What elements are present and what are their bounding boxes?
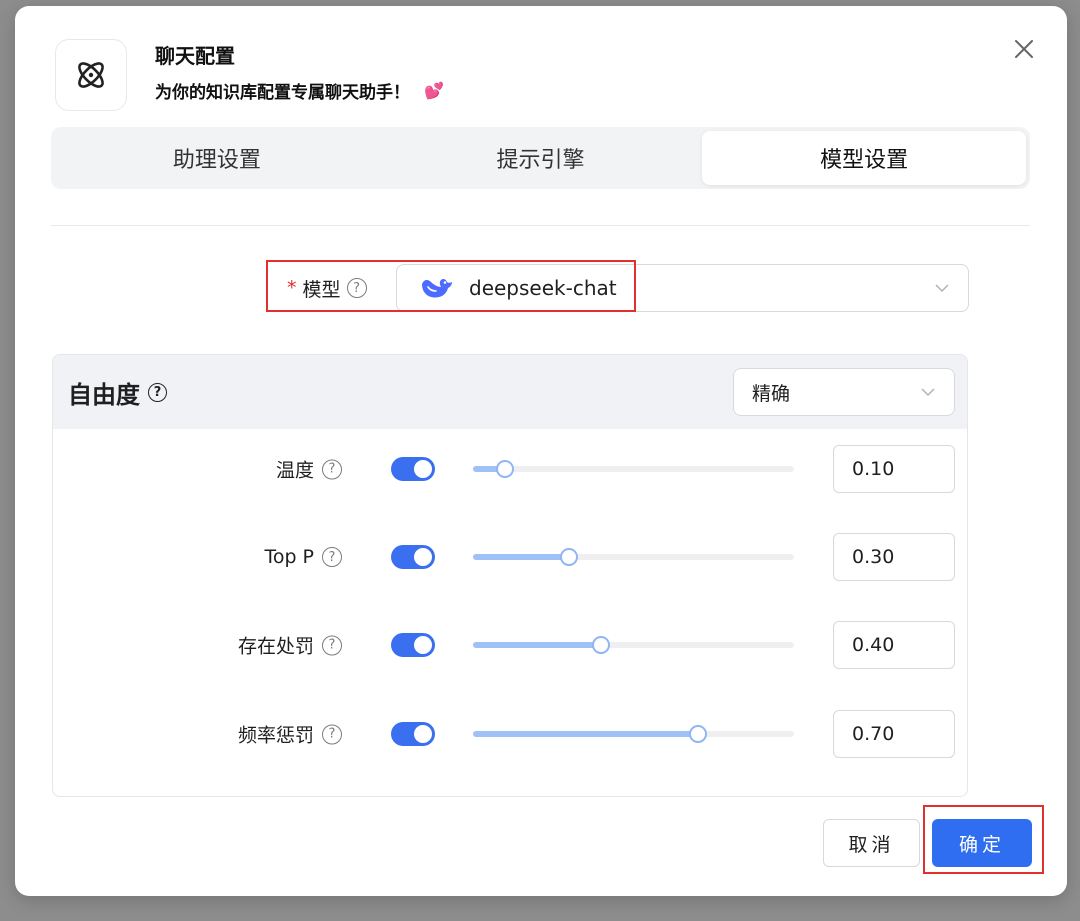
param-row-frequency-penalty: 频率惩罚 ? xyxy=(53,710,967,758)
presence-penalty-slider[interactable] xyxy=(473,636,794,654)
param-label-text: 频率惩罚 xyxy=(237,724,314,747)
temperature-input[interactable] xyxy=(833,445,955,493)
frequency-penalty-input[interactable] xyxy=(833,710,955,758)
temperature-toggle[interactable] xyxy=(391,457,435,481)
slider-fill xyxy=(473,554,570,560)
slider-handle[interactable] xyxy=(592,636,611,654)
tab-assistant-settings[interactable]: 助理设置 xyxy=(55,131,379,185)
slider-handle[interactable] xyxy=(688,725,707,743)
help-icon[interactable]: ? xyxy=(322,635,342,655)
chevron-down-icon xyxy=(921,388,935,397)
param-label: Top P ? xyxy=(264,546,342,568)
freedom-header: 自由度 ? 精确 xyxy=(53,355,967,429)
help-icon[interactable]: ? xyxy=(346,278,367,298)
param-label: 频率惩罚 ? xyxy=(238,721,342,748)
presence-penalty-toggle[interactable] xyxy=(391,633,435,657)
model-select[interactable]: deepseek-chat xyxy=(396,264,969,312)
top-p-toggle[interactable] xyxy=(391,545,435,569)
model-label: * 模型 ? xyxy=(287,275,367,302)
param-label-text: Top P xyxy=(264,546,314,568)
model-label-text: 模型 xyxy=(302,278,341,301)
freedom-panel: 自由度 ? 精确 温度 ? Top P xyxy=(52,354,968,797)
cancel-button[interactable]: 取消 xyxy=(823,819,920,867)
hearts-emoji: 💕 xyxy=(424,81,444,100)
param-label-text: 温度 xyxy=(275,459,314,482)
settings-tabs: 助理设置 提示引擎 模型设置 xyxy=(51,127,1030,189)
help-icon[interactable]: ? xyxy=(322,459,342,479)
app-icon-box xyxy=(55,39,127,111)
freedom-title: 自由度 ? xyxy=(68,375,167,410)
required-mark: * xyxy=(287,277,297,299)
help-icon[interactable]: ? xyxy=(322,547,342,567)
param-label-text: 存在处罚 xyxy=(237,635,314,658)
temperature-slider[interactable] xyxy=(473,460,794,478)
param-row-temperature: 温度 ? xyxy=(53,445,967,493)
atom-icon xyxy=(78,62,104,88)
freedom-title-text: 自由度 xyxy=(68,380,140,409)
model-value: deepseek-chat xyxy=(469,276,617,300)
frequency-penalty-toggle[interactable] xyxy=(391,722,435,746)
dialog-subtitle: 为你的知识库配置专属聊天助手！ 💕 xyxy=(155,78,444,103)
dialog-title: 聊天配置 xyxy=(155,44,235,68)
top-p-input[interactable] xyxy=(833,533,955,581)
param-row-top-p: Top P ? xyxy=(53,533,967,581)
subtitle-text: 为你的知识库配置专属聊天助手！ xyxy=(155,83,410,103)
tab-model-settings[interactable]: 模型设置 xyxy=(702,131,1027,185)
deepseek-whale-icon xyxy=(422,278,452,298)
frequency-penalty-slider[interactable] xyxy=(473,725,794,743)
freedom-preset-select[interactable]: 精确 xyxy=(733,368,955,416)
param-row-presence-penalty: 存在处罚 ? xyxy=(53,621,967,669)
model-field: * 模型 ? xyxy=(265,258,367,318)
close-icon[interactable] xyxy=(1011,36,1037,62)
close-button[interactable] xyxy=(1011,36,1037,62)
confirm-button[interactable]: 确定 xyxy=(932,819,1032,867)
chevron-down-icon xyxy=(935,284,949,293)
help-icon[interactable]: ? xyxy=(322,724,342,744)
param-label: 温度 ? xyxy=(276,456,342,483)
tab-prompt-engine[interactable]: 提示引擎 xyxy=(379,131,703,185)
preset-value: 精确 xyxy=(752,382,791,405)
divider xyxy=(51,225,1030,226)
slider-fill xyxy=(473,642,602,648)
help-icon[interactable]: ? xyxy=(148,382,167,402)
chat-config-dialog: 聊天配置 为你的知识库配置专属聊天助手！ 💕 助理设置 提示引擎 模型设置 * … xyxy=(15,6,1067,896)
slider-fill xyxy=(473,731,698,737)
slider-handle[interactable] xyxy=(496,460,515,478)
presence-penalty-input[interactable] xyxy=(833,621,955,669)
top-p-slider[interactable] xyxy=(473,548,794,566)
slider-handle[interactable] xyxy=(560,548,579,566)
param-label: 存在处罚 ? xyxy=(238,632,342,659)
